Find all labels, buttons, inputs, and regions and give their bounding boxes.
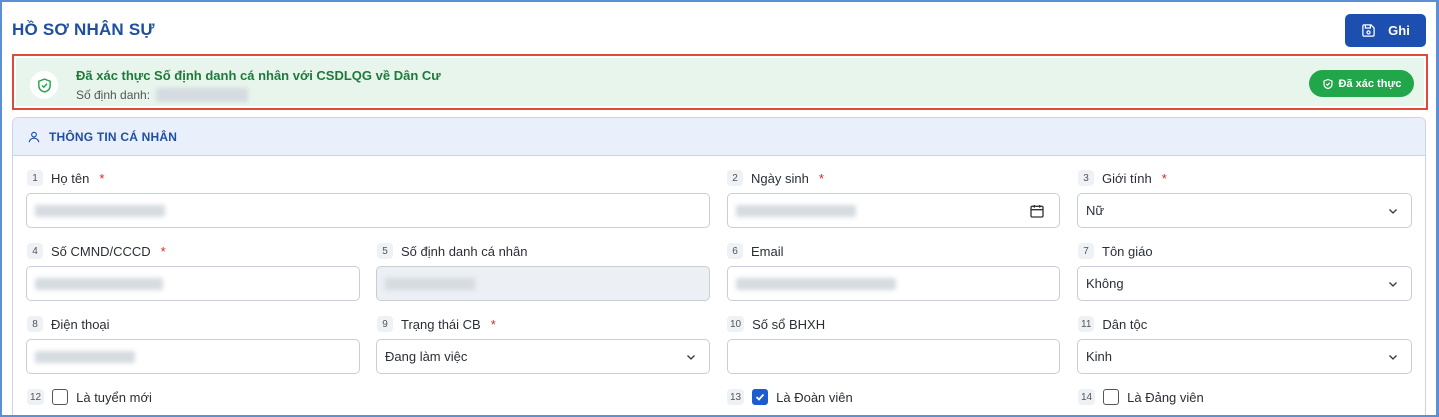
field-label: Email xyxy=(751,243,784,259)
chevron-down-icon xyxy=(1389,209,1397,214)
chevron-down-icon xyxy=(1389,355,1397,360)
field-full-name: 1 Họ tên * xyxy=(27,169,104,187)
field-label: Dân tộc xyxy=(1102,316,1148,332)
redacted-value xyxy=(35,204,165,217)
save-button[interactable]: Ghi xyxy=(1345,14,1426,47)
redacted-value xyxy=(35,350,135,363)
full-name-input[interactable] xyxy=(26,193,710,228)
section-title: THÔNG TIN CÁ NHÂN xyxy=(49,129,178,144)
field-gender: 3 Giới tính * xyxy=(1078,169,1167,187)
field-label: Số định danh cá nhân xyxy=(401,243,528,259)
field-number: 1 xyxy=(27,170,43,186)
save-button-label: Ghi xyxy=(1388,23,1410,38)
field-id-card: 4 Số CMND/CCCD * xyxy=(27,242,166,260)
select-value: Nữ xyxy=(1086,203,1105,218)
field-birth-date: 2 Ngày sinh * xyxy=(727,169,824,187)
select-value: Đang làm việc xyxy=(385,349,468,364)
field-number: 8 xyxy=(27,316,43,332)
redacted-value xyxy=(35,277,163,290)
verified-badge[interactable]: Đã xác thực xyxy=(1309,70,1414,97)
new-recruit-checkbox[interactable] xyxy=(52,389,69,405)
field-label: Giới tính xyxy=(1102,170,1152,186)
field-email: 6 Email xyxy=(727,242,784,260)
field-number: 3 xyxy=(1078,170,1094,186)
field-label: Trạng thái CB xyxy=(401,316,481,332)
field-number: 10 xyxy=(727,316,745,332)
field-number: 6 xyxy=(727,243,743,259)
field-label: Số CMND/CCCD xyxy=(51,243,151,259)
verification-id: Số định danh: xyxy=(76,88,249,102)
social-insurance-input[interactable] xyxy=(727,339,1060,374)
checkbox-label: Là Đoàn viên xyxy=(776,389,853,405)
id-card-input[interactable] xyxy=(26,266,360,301)
phone-input[interactable] xyxy=(26,339,360,374)
section-header: THÔNG TIN CÁ NHÂN xyxy=(13,118,1425,156)
verified-badge-label: Đã xác thực xyxy=(1338,77,1402,90)
email-input[interactable] xyxy=(727,266,1060,301)
personnel-form-window: HỒ SƠ NHÂN SỰ Ghi Đã xác thực Số định da… xyxy=(0,0,1439,417)
redacted-value xyxy=(736,204,856,217)
checkbox-label: Là tuyển mới xyxy=(76,389,152,405)
field-new-recruit: 12 Là tuyển mới xyxy=(27,388,152,406)
page-title: HỒ SƠ NHÂN SỰ xyxy=(12,20,155,39)
field-social-insurance: 10 Số sổ BHXH xyxy=(727,315,825,333)
party-member-checkbox[interactable] xyxy=(1103,389,1120,405)
redacted-id-value xyxy=(156,88,249,102)
gender-select[interactable]: Nữ xyxy=(1077,193,1412,228)
verified-shield-icon xyxy=(30,71,58,99)
field-label: Họ tên xyxy=(51,170,90,186)
field-staff-status: 9 Trạng thái CB * xyxy=(377,315,496,333)
field-phone: 8 Điện thoại xyxy=(27,315,110,333)
redacted-value xyxy=(736,277,896,290)
required-mark: * xyxy=(160,243,166,259)
youth-union-checkbox[interactable] xyxy=(752,389,769,405)
field-personal-id: 5 Số định danh cá nhân xyxy=(377,242,528,260)
field-number: 14 xyxy=(1078,389,1096,405)
field-number: 4 xyxy=(27,243,43,259)
religion-select[interactable]: Không xyxy=(1077,266,1412,301)
verification-banner: Đã xác thực Số định danh cá nhân với CSD… xyxy=(12,54,1428,110)
select-value: Không xyxy=(1086,276,1124,291)
verification-title: Đã xác thực Số định danh cá nhân với CSD… xyxy=(76,68,441,83)
required-mark: * xyxy=(99,170,105,186)
birth-date-input[interactable] xyxy=(727,193,1060,228)
save-icon xyxy=(1362,24,1375,37)
field-party-member: 14 Là Đảng viên xyxy=(1078,388,1204,406)
required-mark: * xyxy=(818,170,824,186)
staff-status-select[interactable]: Đang làm việc xyxy=(376,339,710,374)
field-label: Điện thoại xyxy=(51,316,110,332)
personal-id-input xyxy=(376,266,710,301)
field-number: 12 xyxy=(27,389,45,405)
field-number: 7 xyxy=(1078,243,1094,259)
redacted-value xyxy=(385,277,475,290)
user-icon xyxy=(28,131,40,142)
ethnicity-select[interactable]: Kinh xyxy=(1077,339,1412,374)
field-number: 13 xyxy=(727,389,745,405)
shield-check-icon xyxy=(1322,78,1333,89)
checkbox-label: Là Đảng viên xyxy=(1127,389,1204,405)
field-ethnicity: 11 Dân tộc xyxy=(1078,315,1147,333)
field-label: Ngày sinh xyxy=(751,170,809,186)
field-youth-union: 13 Là Đoàn viên xyxy=(727,388,853,406)
calendar-icon[interactable] xyxy=(1029,203,1045,219)
chevron-down-icon xyxy=(1389,282,1397,287)
field-number: 2 xyxy=(727,170,743,186)
verification-id-label: Số định danh: xyxy=(76,88,151,102)
required-mark: * xyxy=(490,316,496,332)
field-number: 9 xyxy=(377,316,393,332)
field-label: Tôn giáo xyxy=(1102,243,1153,259)
field-number: 11 xyxy=(1078,316,1095,332)
field-label: Số sổ BHXH xyxy=(752,316,826,332)
check-icon xyxy=(756,393,765,401)
chevron-down-icon xyxy=(687,355,695,360)
select-value: Kinh xyxy=(1086,349,1113,364)
field-number: 5 xyxy=(377,243,393,259)
required-mark: * xyxy=(1161,170,1167,186)
field-religion: 7 Tôn giáo xyxy=(1078,242,1153,260)
